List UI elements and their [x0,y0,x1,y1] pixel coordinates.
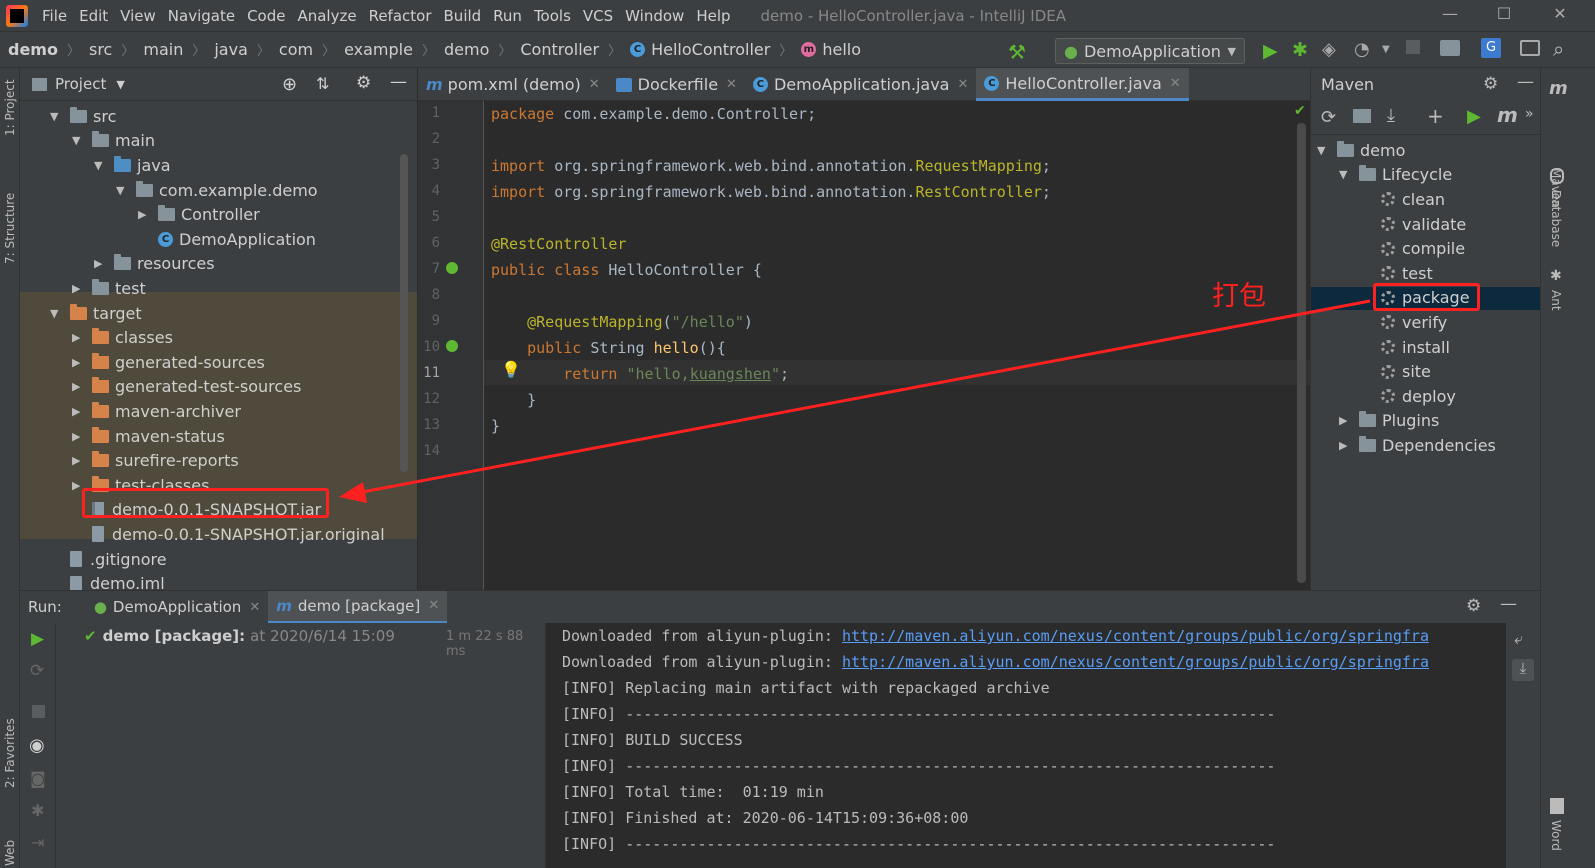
annotation-arrow [339,299,1371,503]
